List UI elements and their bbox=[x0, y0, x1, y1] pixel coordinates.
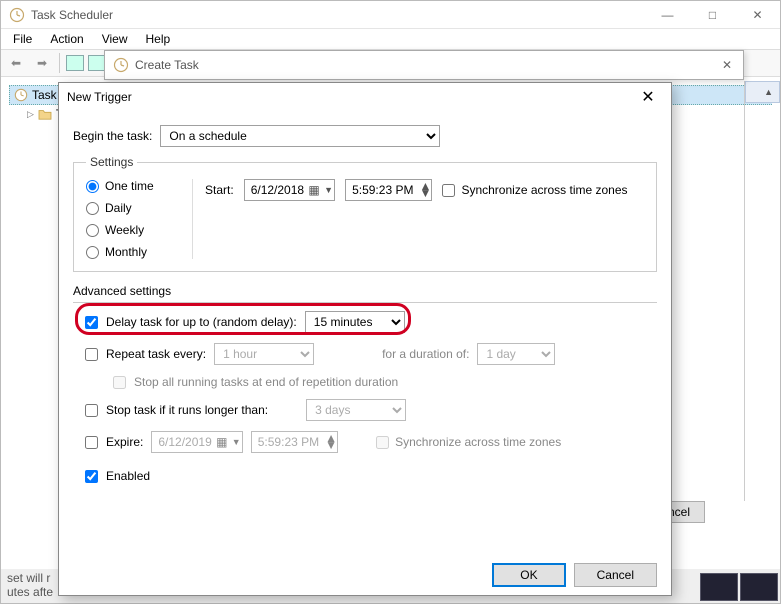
repeat-checkbox[interactable] bbox=[85, 348, 98, 361]
dialog-title: New Trigger bbox=[67, 90, 633, 104]
window-title: Task Scheduler bbox=[31, 8, 645, 22]
calendar-icon: ▦ bbox=[214, 435, 230, 449]
schedule-monthly[interactable]: Monthly bbox=[86, 245, 176, 259]
repeat-duration-label: for a duration of: bbox=[382, 347, 469, 361]
chevron-down-icon: ▼ bbox=[230, 437, 240, 447]
background-text: set will r utes afte bbox=[7, 571, 53, 599]
maximize-button[interactable]: □ bbox=[690, 1, 735, 29]
schedule-daily-radio[interactable] bbox=[86, 202, 99, 215]
schedule-weekly-radio[interactable] bbox=[86, 224, 99, 237]
menu-action[interactable]: Action bbox=[42, 30, 91, 48]
enabled-label: Enabled bbox=[106, 469, 150, 483]
sync-tz-label: Synchronize across time zones bbox=[461, 183, 627, 197]
start-date-value: 6/12/2018 bbox=[249, 183, 306, 197]
schedule-one-time[interactable]: One time bbox=[86, 179, 176, 193]
create-task-window: Create Task ✕ bbox=[104, 50, 744, 80]
menu-help[interactable]: Help bbox=[138, 30, 179, 48]
begin-task-select[interactable]: On a schedule bbox=[160, 125, 440, 147]
enabled-checkbox[interactable] bbox=[85, 470, 98, 483]
start-label: Start: bbox=[205, 183, 234, 197]
expire-date-field: 6/12/2019 ▦ ▼ bbox=[151, 431, 242, 453]
close-button[interactable]: ✕ bbox=[735, 1, 780, 29]
expire-sync-checkbox bbox=[376, 436, 389, 449]
actions-pane: ▲ bbox=[744, 81, 780, 501]
sync-tz-checkbox[interactable] bbox=[442, 184, 455, 197]
menu-file[interactable]: File bbox=[5, 30, 40, 48]
folder-icon bbox=[38, 108, 52, 120]
calendar-icon[interactable]: ▦ bbox=[306, 183, 322, 197]
sync-tz-option[interactable]: Synchronize across time zones bbox=[442, 183, 627, 197]
expire-label: Expire: bbox=[106, 435, 143, 449]
begin-task-label: Begin the task: bbox=[73, 129, 152, 143]
toolbar-separator bbox=[59, 53, 60, 73]
actions-pane-header[interactable]: ▲ bbox=[745, 81, 780, 103]
clock-icon bbox=[14, 88, 28, 102]
settings-legend: Settings bbox=[86, 155, 137, 169]
stop-all-checkbox bbox=[113, 376, 126, 389]
forward-button[interactable]: ➡ bbox=[31, 52, 53, 74]
cancel-button[interactable]: Cancel bbox=[574, 563, 657, 587]
minimize-button[interactable]: — bbox=[645, 1, 690, 29]
ok-button[interactable]: OK bbox=[492, 563, 565, 587]
new-trigger-dialog: New Trigger ✕ Begin the task: On a sched… bbox=[58, 82, 672, 596]
dialog-titlebar: New Trigger ✕ bbox=[59, 83, 671, 111]
repeat-interval-select: 1 hour bbox=[214, 343, 314, 365]
clock-icon bbox=[113, 57, 129, 73]
start-date-field[interactable]: 6/12/2018 ▦ ▼ bbox=[244, 179, 335, 201]
back-button[interactable]: ⬅ bbox=[5, 52, 27, 74]
chevron-up-icon: ▲ bbox=[764, 87, 773, 97]
expire-checkbox[interactable] bbox=[85, 436, 98, 449]
chevron-down-icon[interactable]: ▼ bbox=[322, 185, 332, 195]
advanced-settings-legend: Advanced settings bbox=[73, 284, 657, 298]
background-thumbnails bbox=[700, 573, 778, 601]
time-spinner: ▲▼ bbox=[321, 435, 335, 449]
schedule-options: One time Daily Weekly Monthly bbox=[86, 179, 176, 259]
settings-group: Settings One time Daily Weekly Monthly S… bbox=[73, 155, 657, 272]
repeat-duration-select: 1 day bbox=[477, 343, 555, 365]
start-time-field[interactable]: 5:59:23 PM ▲▼ bbox=[345, 179, 432, 201]
schedule-weekly[interactable]: Weekly bbox=[86, 223, 176, 237]
time-spinner[interactable]: ▲▼ bbox=[415, 183, 429, 197]
tree-expand-icon[interactable]: ▷ bbox=[27, 109, 34, 120]
expire-sync-label: Synchronize across time zones bbox=[395, 435, 561, 449]
delay-checkbox[interactable] bbox=[85, 316, 98, 329]
toolbar-view-button[interactable] bbox=[66, 55, 84, 71]
dialog-close-button[interactable]: ✕ bbox=[633, 87, 663, 107]
expire-time-field: 5:59:23 PM ▲▼ bbox=[251, 431, 338, 453]
divider bbox=[73, 302, 657, 303]
start-time-value: 5:59:23 PM bbox=[350, 183, 415, 197]
stop-if-checkbox[interactable] bbox=[85, 404, 98, 417]
expire-date-value: 6/12/2019 bbox=[156, 435, 213, 449]
menu-bar: File Action View Help bbox=[1, 29, 780, 49]
delay-select[interactable]: 15 minutes bbox=[305, 311, 405, 333]
expire-sync-option: Synchronize across time zones bbox=[376, 435, 561, 449]
delay-label: Delay task for up to (random delay): bbox=[106, 315, 297, 329]
stop-if-select: 3 days bbox=[306, 399, 406, 421]
stop-if-label: Stop task if it runs longer than: bbox=[106, 403, 268, 417]
expire-time-value: 5:59:23 PM bbox=[256, 435, 321, 449]
menu-view[interactable]: View bbox=[94, 30, 136, 48]
schedule-daily[interactable]: Daily bbox=[86, 201, 176, 215]
create-task-close-button[interactable]: ✕ bbox=[711, 51, 743, 79]
repeat-label: Repeat task every: bbox=[106, 347, 206, 361]
titlebar: Task Scheduler — □ ✕ bbox=[1, 1, 780, 29]
stop-all-label: Stop all running tasks at end of repetit… bbox=[134, 375, 398, 389]
schedule-monthly-radio[interactable] bbox=[86, 246, 99, 259]
create-task-title: Create Task bbox=[135, 58, 711, 72]
schedule-one-time-radio[interactable] bbox=[86, 180, 99, 193]
clock-icon bbox=[9, 7, 25, 23]
